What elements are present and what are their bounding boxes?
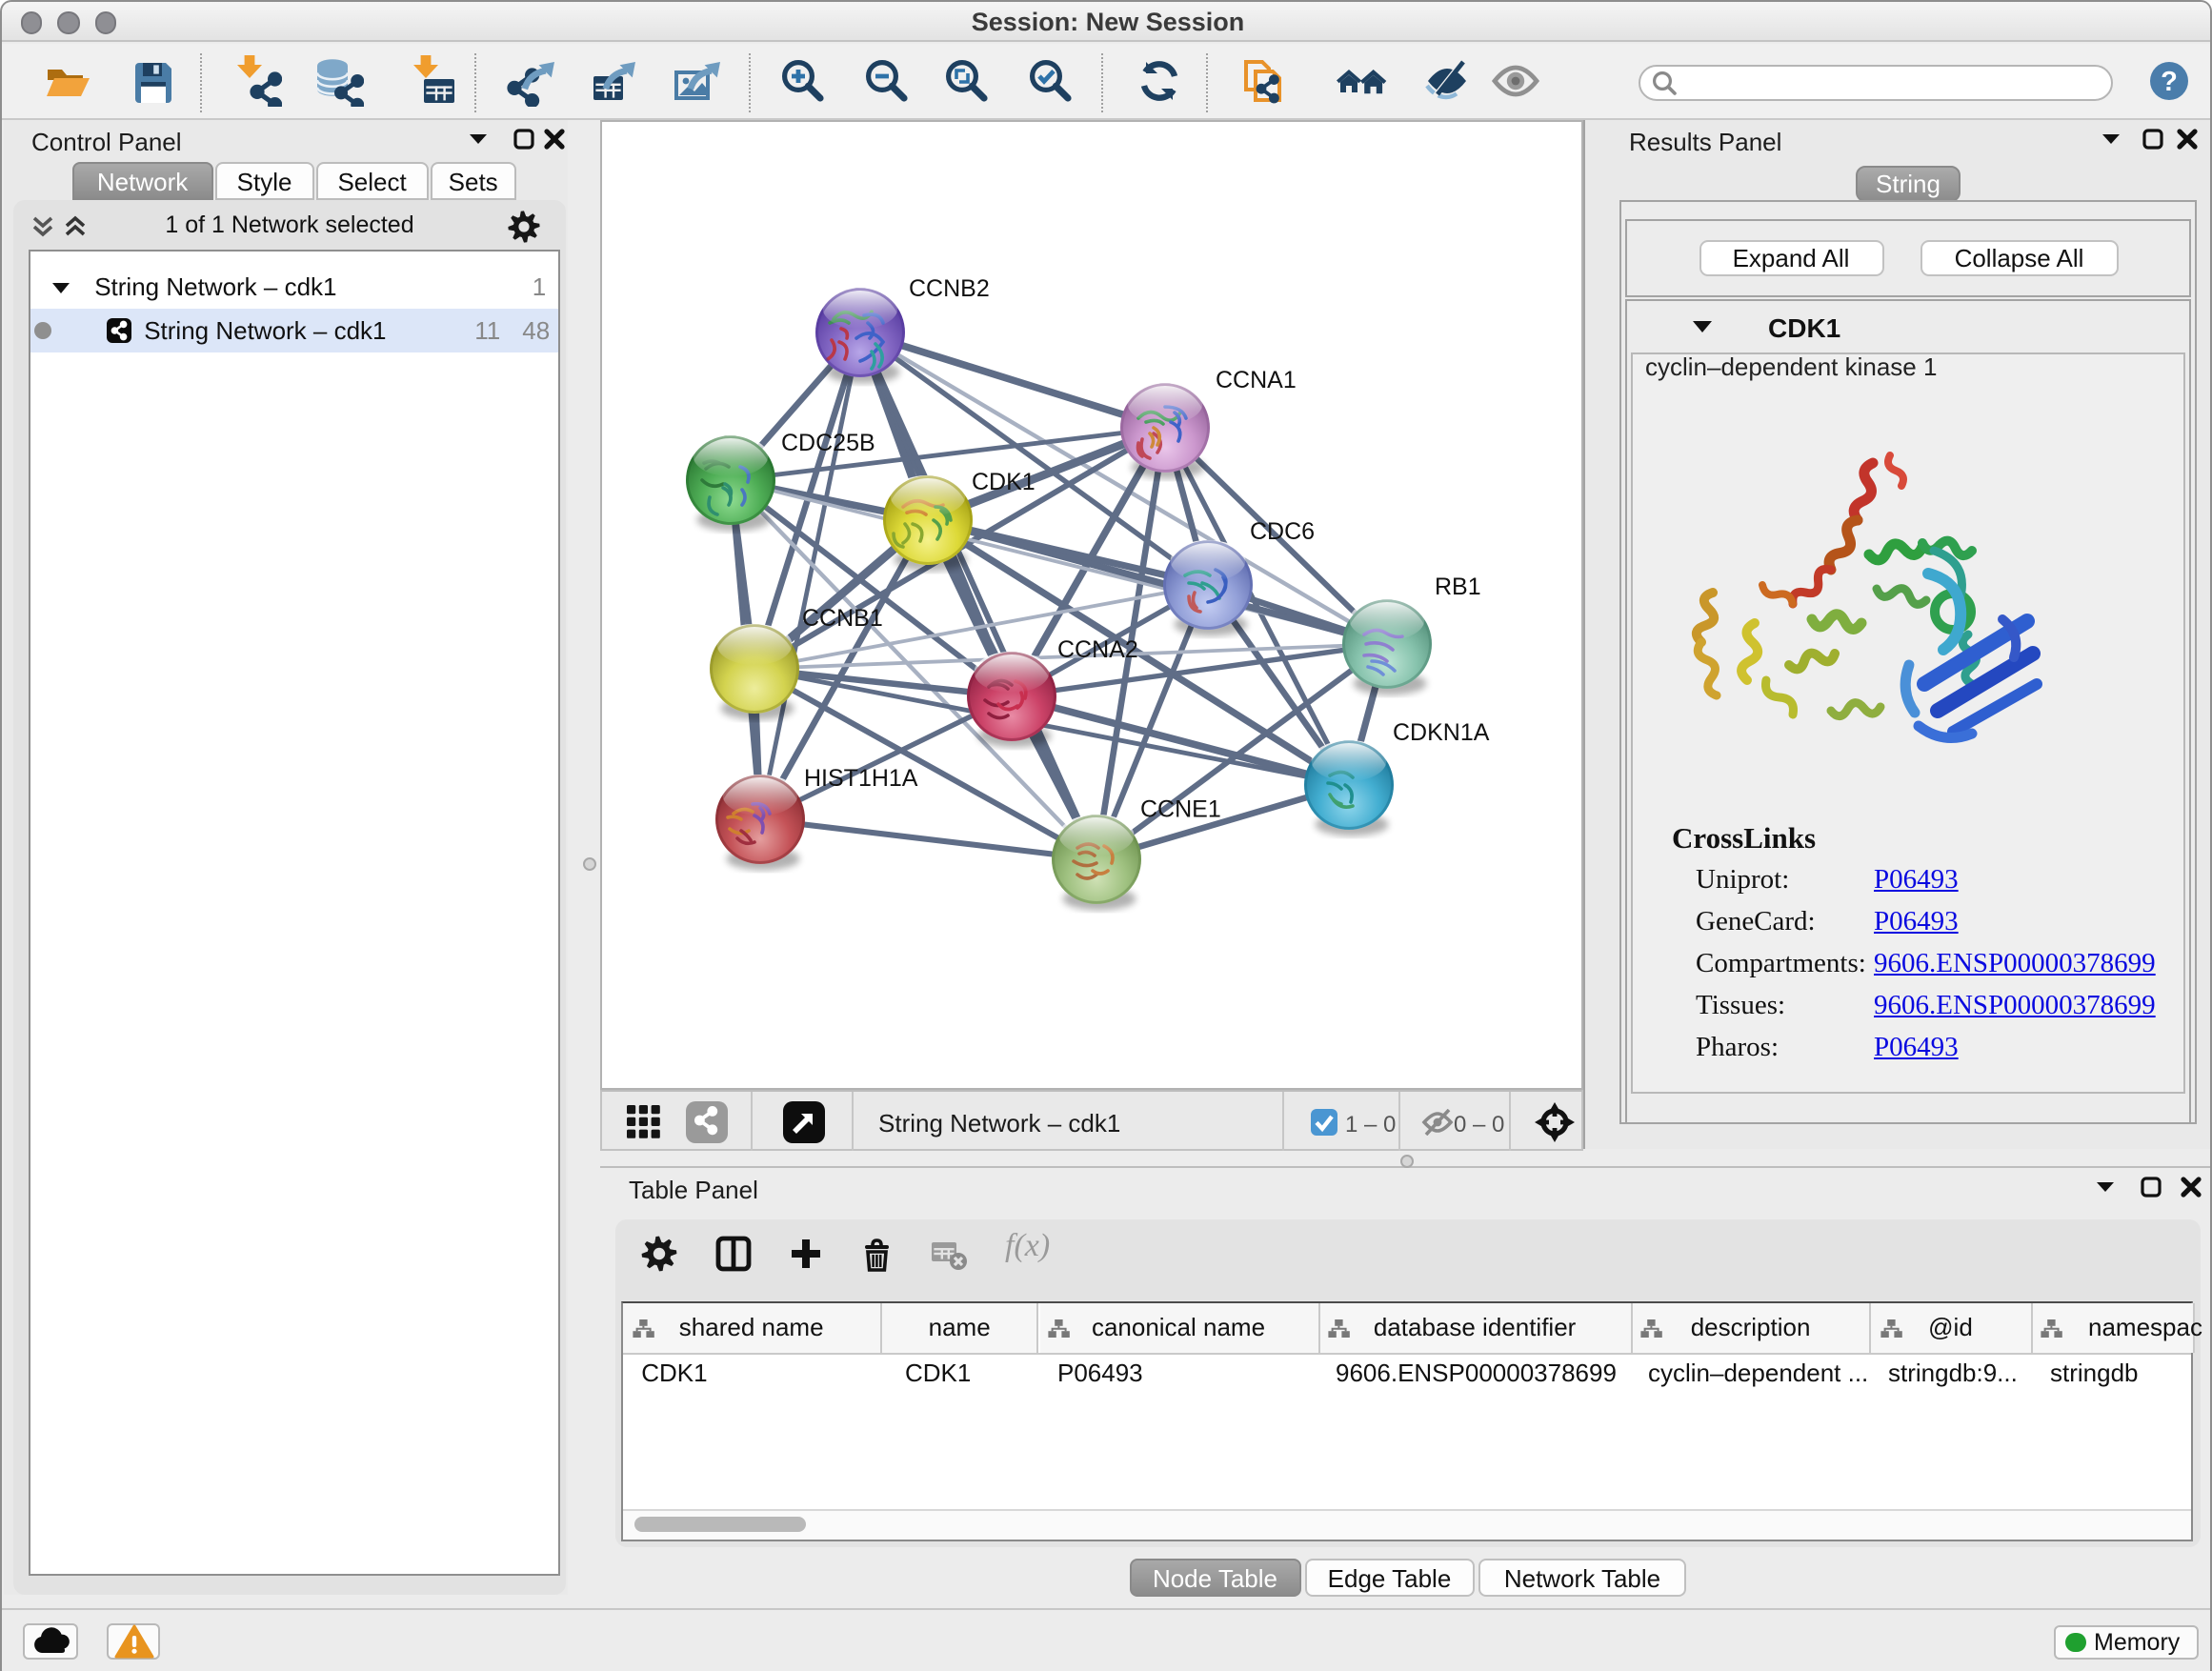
svg-text:RB1: RB1 [1435, 574, 1481, 600]
svg-text:CCNE1: CCNE1 [1140, 796, 1221, 823]
svg-text:CDKN1A: CDKN1A [1393, 719, 1490, 746]
svg-text:CCNA2: CCNA2 [1057, 636, 1138, 663]
svg-text:CCNB2: CCNB2 [909, 275, 990, 302]
svg-text:CCNB1: CCNB1 [802, 605, 883, 632]
svg-text:CDK1: CDK1 [972, 469, 1036, 495]
svg-text:?: ? [2160, 67, 2177, 97]
svg-text:HIST1H1A: HIST1H1A [804, 765, 918, 792]
svg-text:CDC6: CDC6 [1250, 518, 1315, 545]
svg-text:CDC25B: CDC25B [781, 430, 875, 456]
svg-text:CCNA1: CCNA1 [1216, 367, 1297, 393]
